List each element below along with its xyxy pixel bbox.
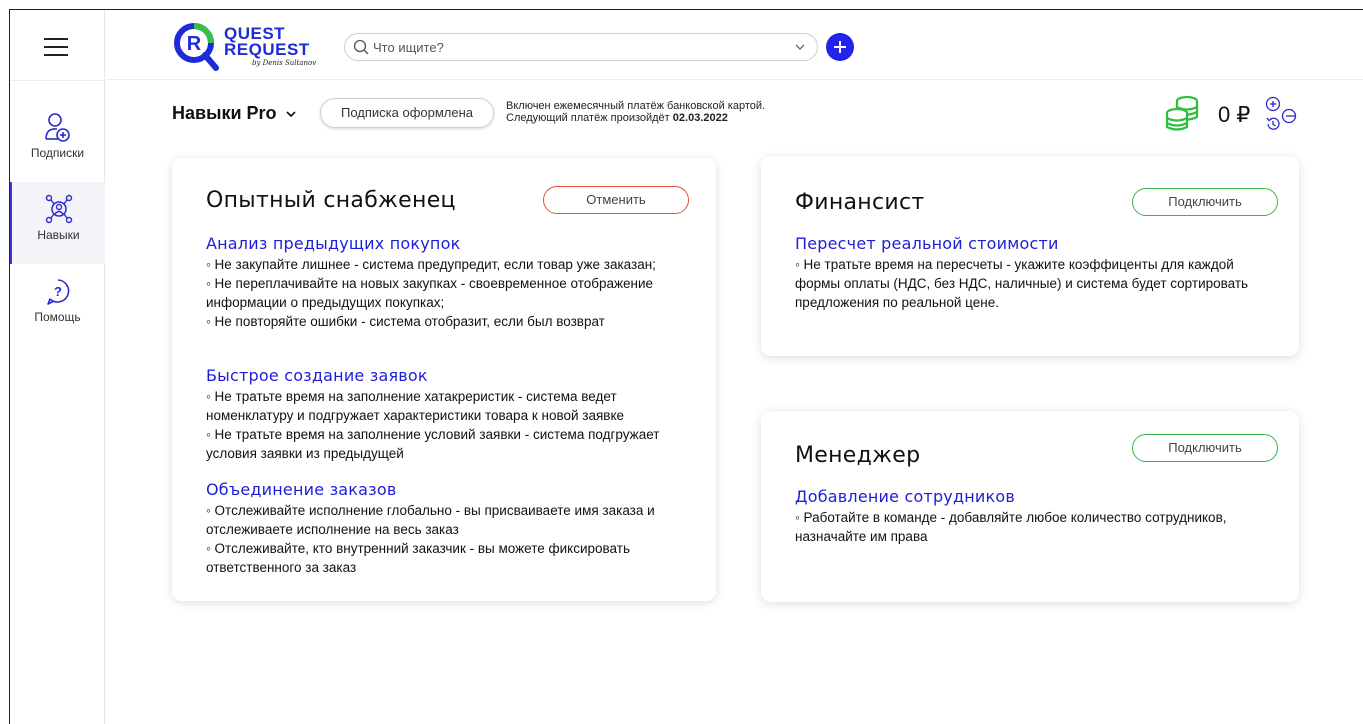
help-circle-icon: ? [46, 279, 69, 305]
feature-title: Добавление сотрудников [795, 487, 1015, 506]
logo-text-request: REQUEST [224, 40, 310, 59]
feature-block: Анализ предыдущих покупок ◦ Не закупайте… [206, 234, 676, 331]
top-up-icon[interactable] [1265, 96, 1281, 112]
sidebar-item-subscriptions[interactable]: Подписки [10, 100, 105, 182]
quest-request-logo[interactable]: R QUEST REQUEST by Denis Sultanov [172, 22, 322, 72]
sidebar-item-label: Подписки [30, 146, 85, 160]
feature-line: ◦ Отслеживайте исполнение глобально - вы… [206, 503, 655, 537]
cancel-button[interactable]: Отменить [543, 186, 689, 214]
next-payment-date: 02.03.2022 [672, 112, 728, 124]
plan-selector[interactable]: Навыки Pro [172, 103, 296, 124]
sidebar-item-help[interactable]: ? Помощь [10, 266, 105, 348]
payment-info: Включен ежемесячный платёж банковской ка… [506, 100, 765, 124]
feature-title: Анализ предыдущих покупок [206, 234, 461, 253]
svg-text:R: R [187, 33, 202, 55]
balance-value: 0 ₽ [1218, 102, 1251, 127]
logo-byline: by Denis Sultanov [252, 59, 317, 67]
feature-line: ◦ Не повторяйте ошибки - система отобраз… [206, 314, 605, 329]
card-title: Финансист [795, 190, 925, 215]
feature-title: Объединение заказов [206, 480, 397, 499]
skill-card-financier: Финансист Подключить Пересчет реальной с… [761, 156, 1299, 356]
card-title: Менеджер [795, 443, 921, 468]
withdraw-icon[interactable] [1281, 108, 1297, 124]
payment-info-line1: Включен ежемесячный платёж банковской ка… [506, 100, 766, 112]
sidebar-item-label: Помощь [34, 310, 81, 324]
chevron-down-icon[interactable] [795, 42, 805, 52]
search-icon [353, 39, 369, 55]
menu-icon[interactable] [44, 38, 68, 56]
feature-line: ◦ Не закупайте лишнее - система предупре… [206, 257, 656, 272]
payment-info-line2: Следующий платёж произойдёт 02.03.2022 [506, 112, 765, 124]
chevron-down-icon [285, 111, 296, 118]
svg-text:?: ? [54, 284, 62, 299]
feature-block: Объединение заказов ◦ Отслеживайте испол… [206, 480, 676, 577]
feature-title: Быстрое создание заявок [206, 366, 428, 385]
app-frame: Подписки Навыки ? Помощь R QUEST REQUEST… [9, 9, 1363, 724]
top-bar: R QUEST REQUEST by Denis Sultanov [106, 10, 1363, 80]
plan-name: Навыки Pro [172, 103, 277, 123]
feature-block: Быстрое создание заявок ◦ Не тратьте вре… [206, 366, 676, 463]
feature-line: ◦ Отслеживайте, кто внутренний заказчик … [206, 541, 630, 575]
sidebar: Подписки Навыки ? Помощь [10, 10, 105, 724]
skill-card-buyer: Опытный снабженец Отменить Анализ предыд… [172, 158, 716, 601]
feature-line: ◦ Не тратьте время на пересчеты - укажит… [795, 257, 1249, 310]
payment-info-prefix: Следующий платёж произойдёт [506, 112, 673, 124]
sidebar-item-label: Навыки [37, 228, 80, 242]
feature-line: ◦ Работайте в команде - добавляйте любое… [795, 510, 1227, 544]
logo-magnifier-icon: R [174, 23, 219, 71]
feature-line: ◦ Не тратьте время на заполнение условий… [206, 427, 660, 461]
card-title: Опытный снабженец [206, 188, 456, 213]
connect-button[interactable]: Подключить [1132, 188, 1278, 216]
coins-icon [1165, 95, 1199, 131]
feature-line: ◦ Не переплачивайте на новых закупках - … [206, 276, 654, 310]
sidebar-divider [10, 80, 105, 81]
subscription-status-badge: Подписка оформлена [320, 98, 494, 128]
search-input[interactable] [373, 38, 773, 56]
feature-line: ◦ Не тратьте время на заполнение хатакре… [206, 389, 625, 423]
skill-card-manager: Менеджер Подключить Добавление сотрудник… [761, 411, 1299, 602]
search-box [344, 33, 818, 61]
feature-block: Пересчет реальной стоимости ◦ Не тратьте… [795, 234, 1265, 312]
add-button[interactable] [826, 33, 854, 61]
sidebar-item-skills[interactable]: Навыки [10, 182, 105, 264]
feature-title: Пересчет реальной стоимости [795, 234, 1059, 253]
user-add-icon [44, 113, 70, 142]
network-users-icon [45, 194, 72, 224]
history-icon[interactable] [1265, 116, 1281, 132]
feature-block: Добавление сотрудников ◦ Работайте в ком… [795, 487, 1265, 546]
connect-button[interactable]: Подключить [1132, 434, 1278, 462]
